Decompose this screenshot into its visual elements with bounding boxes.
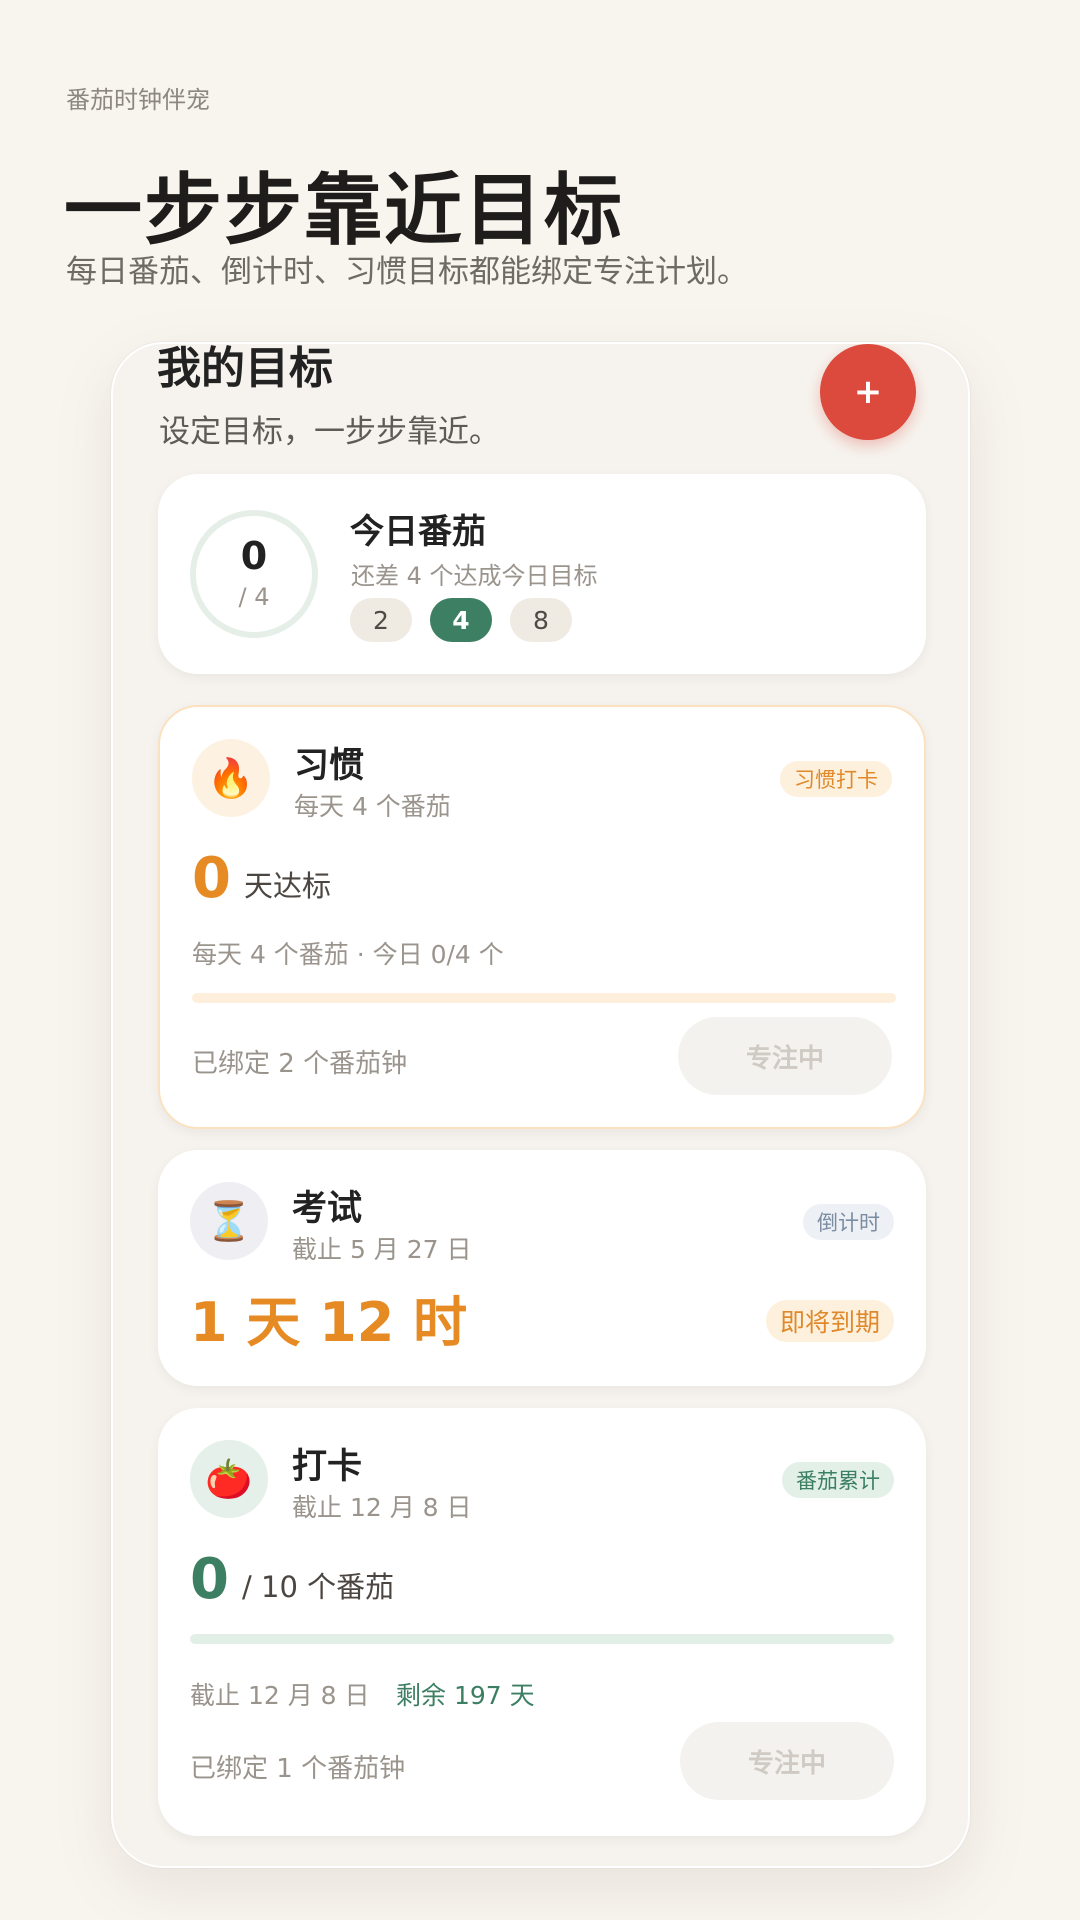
exam-subtitle: 截止 5 月 27 日	[292, 1235, 472, 1264]
habit-title: 习惯	[294, 746, 365, 786]
exam-countdown: 1 天 12 时	[190, 1291, 468, 1354]
habit-type-badge: 习惯打卡	[780, 761, 892, 797]
hero-subtitle: 每日番茄、倒计时、习惯目标都能绑定专注计划。	[66, 254, 748, 290]
exam-goal-card[interactable]: ⏳ 考试 截止 5 月 27 日 倒计时 1 天 12 时 即将到期	[158, 1150, 926, 1386]
phone-frame: 我的目标 设定目标，一步步靠近。 + 0 / 4 今日番茄 还差 4 个达成今日…	[111, 342, 970, 1868]
today-progress-ring: 0 / 4	[190, 510, 318, 638]
today-subtitle: 还差 4 个达成今日目标	[351, 562, 598, 590]
habit-focus-button[interactable]: 专注中	[678, 1017, 892, 1095]
checkin-progress-bar	[190, 1634, 894, 1644]
today-count: 0	[240, 534, 268, 578]
habit-streak-number: 0	[192, 846, 231, 911]
today-title: 今日番茄	[350, 512, 486, 552]
checkin-type-badge: 番茄累计	[782, 1462, 894, 1498]
fire-icon: 🔥	[192, 739, 270, 817]
exam-title: 考试	[292, 1189, 363, 1229]
habit-progress-bar	[192, 993, 896, 1003]
exam-status-badge: 即将到期	[765, 1300, 894, 1342]
exam-type-badge: 倒计时	[803, 1204, 894, 1240]
target-option-2[interactable]: 2	[350, 598, 412, 642]
target-option-4[interactable]: 4	[430, 598, 492, 642]
habit-bound-timers: 已绑定 2 个番茄钟	[192, 1049, 408, 1079]
habit-goal-card[interactable]: 🔥 习惯 每天 4 个番茄 习惯打卡 0 天达标 每天 4 个番茄 · 今日 0…	[158, 705, 926, 1129]
hourglass-icon: ⏳	[190, 1182, 268, 1260]
add-goal-button[interactable]: +	[820, 344, 916, 440]
checkin-count: 0	[190, 1547, 229, 1612]
habit-subtitle: 每天 4 个番茄	[294, 792, 451, 821]
target-option-8[interactable]: 8	[510, 598, 572, 642]
checkin-subtitle: 截止 12 月 8 日	[292, 1493, 472, 1522]
today-tomato-card: 0 / 4 今日番茄 还差 4 个达成今日目标 2 4 8	[158, 474, 926, 674]
checkin-deadline: 截止 12 月 8 日	[190, 1681, 370, 1710]
page-title: 我的目标	[157, 343, 333, 394]
page-subtitle: 设定目标，一步步靠近。	[159, 414, 500, 450]
checkin-goal-card[interactable]: 🍅 打卡 截止 12 月 8 日 番茄累计 0 / 10 个番茄 截止 12 月…	[158, 1408, 926, 1836]
checkin-focus-button[interactable]: 专注中	[680, 1722, 894, 1800]
app-kicker: 番茄时钟伴宠	[66, 86, 210, 114]
checkin-title: 打卡	[292, 1447, 363, 1487]
checkin-count-suffix: / 10 个番茄	[242, 1570, 395, 1604]
habit-streak-label: 天达标	[244, 869, 332, 903]
habit-meta: 每天 4 个番茄 · 今日 0/4 个	[192, 940, 504, 969]
checkin-remaining-days: 剩余 197 天	[396, 1681, 535, 1710]
checkin-bound-timers: 已绑定 1 个番茄钟	[190, 1754, 406, 1784]
daily-target-options: 2 4 8	[350, 598, 572, 642]
hero-title: 一步步靠近目标	[64, 166, 625, 256]
today-total: / 4	[238, 583, 270, 611]
tomato-icon: 🍅	[190, 1440, 268, 1518]
